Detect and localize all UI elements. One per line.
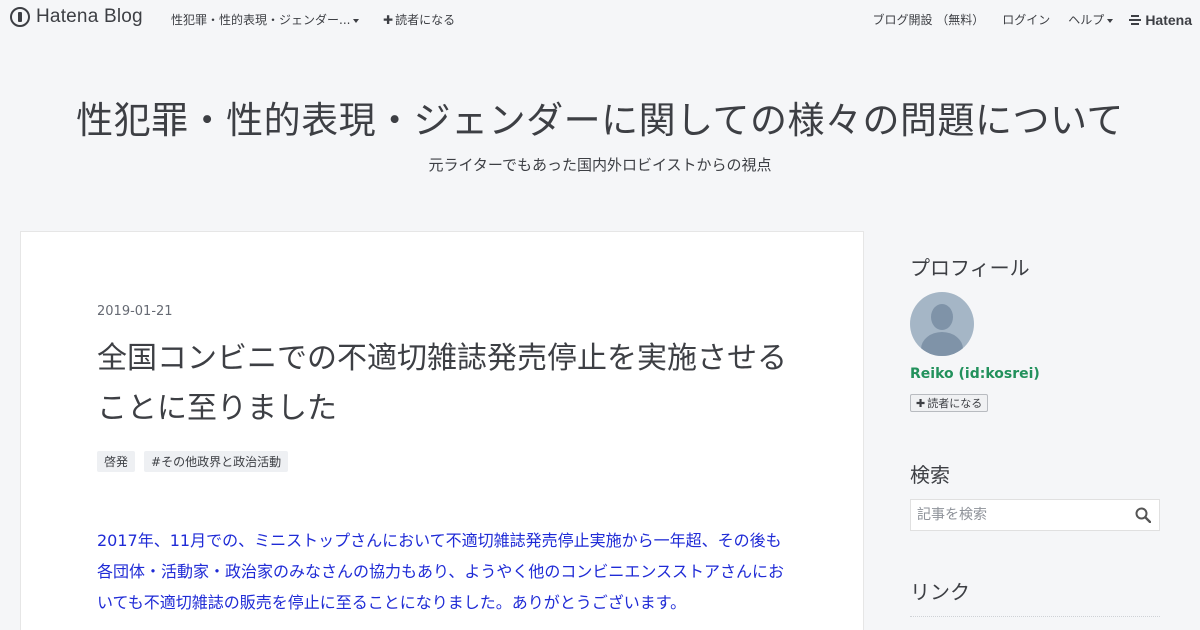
blog-title[interactable]: 性犯罪・性的表現・ジェンダーに関しての様々の問題について — [0, 90, 1200, 144]
chevron-down-icon — [353, 18, 360, 23]
entry-categories: 啓発 #その他政界と政治活動 — [97, 451, 297, 472]
profile-subscribe-button[interactable]: ✚ 読者になる — [910, 394, 989, 412]
hatena-brand-link[interactable]: Hatena — [1129, 12, 1192, 28]
avatar-head-shape — [931, 304, 953, 330]
avatar[interactable] — [910, 292, 974, 356]
category-tag[interactable]: #その他政界と政治活動 — [144, 451, 289, 472]
entry-card: 2019-01-21 全国コンビニでの不適切雑誌発売停止を実施させることに至りま… — [20, 231, 864, 630]
plus-icon: ✚ — [383, 13, 394, 27]
entry-date[interactable]: 2019-01-21 — [97, 304, 173, 319]
header-right-menu: ブログ開設 （無料） ログイン ヘルプ Hatena — [854, 11, 1192, 28]
blog-description: 元ライターでもあった国内外ロビイストからの視点 — [428, 156, 772, 174]
chevron-down-icon — [1107, 18, 1114, 23]
header-subscribe-button[interactable]: ✚ 読者になる — [383, 11, 455, 28]
entry-title[interactable]: 全国コンビニでの不適切雑誌発売停止を実施させることに至りました — [97, 334, 787, 434]
profile-title: プロフィール — [910, 256, 1030, 280]
login-link[interactable]: ログイン — [1002, 11, 1050, 28]
hatena-brand-icon — [1129, 14, 1142, 25]
blog-menu-dropdown[interactable]: 性犯罪・性的表現・ジェンダー... — [171, 11, 360, 28]
sidebar: プロフィール Reiko (id:kosrei) ✚読者になる 検索 リンク — [910, 252, 1160, 617]
blog-menu-label: 性犯罪・性的表現・ジェンダー... — [171, 13, 351, 27]
entry-body-link[interactable]: 2017年、11月での、ミニストップさんにおいて不適切雑誌発売停止実施から一年超… — [97, 525, 787, 618]
help-label: ヘルプ — [1068, 13, 1105, 27]
links-title: リンク — [910, 580, 970, 604]
search-icon[interactable] — [1135, 507, 1151, 523]
category-tag[interactable]: 啓発 — [97, 451, 136, 472]
open-blog-link[interactable]: ブログ開設 （無料） — [872, 11, 984, 28]
hatena-brand-label: Hatena — [1145, 11, 1192, 28]
search-input[interactable] — [911, 500, 1131, 530]
search-title: 検索 — [910, 463, 950, 487]
header-subscribe-label: 読者になる — [395, 13, 456, 27]
hatena-blog-logo-icon — [10, 7, 30, 27]
search-box — [910, 499, 1160, 531]
plus-icon: ✚ — [916, 396, 926, 410]
links-divider — [910, 616, 1160, 617]
help-menu[interactable]: ヘルプ — [1068, 11, 1114, 28]
logo-text: Hatena Blog — [36, 6, 143, 27]
profile-subscribe-label: 読者になる — [927, 397, 983, 410]
avatar-body-shape — [921, 332, 963, 356]
profile-name-link[interactable]: Reiko (id:kosrei) — [910, 366, 1040, 382]
global-header: Hatena Blog 性犯罪・性的表現・ジェンダー... ✚ 読者になる ブログ… — [0, 0, 1200, 36]
hatena-blog-logo[interactable]: Hatena Blog — [10, 6, 143, 28]
